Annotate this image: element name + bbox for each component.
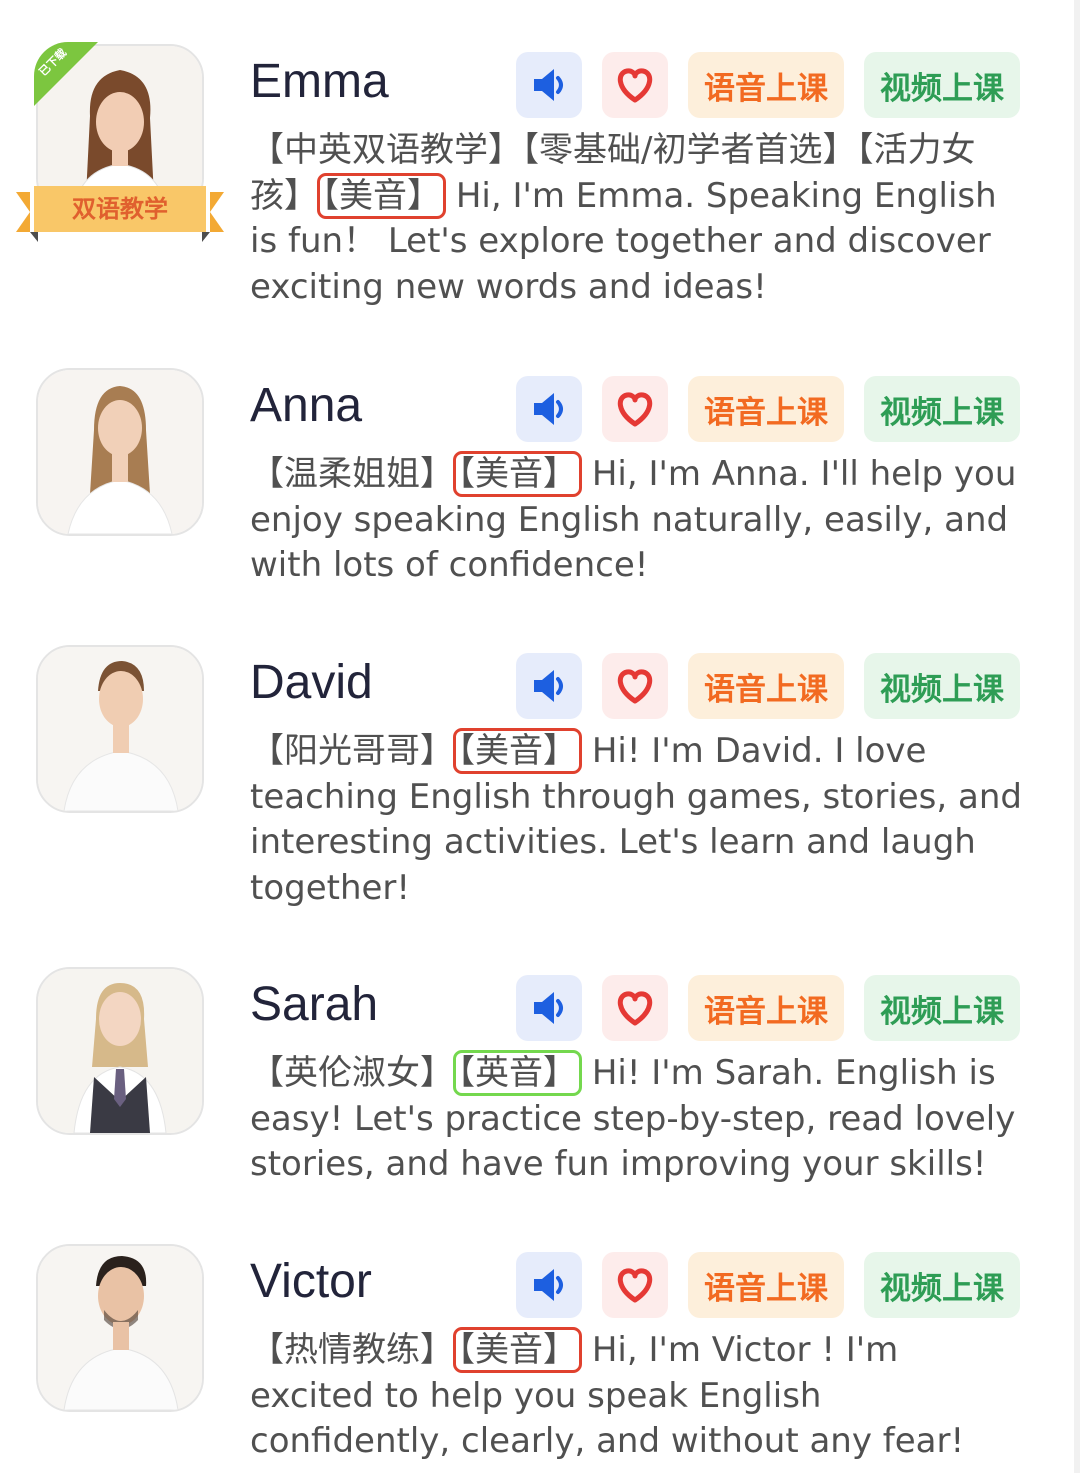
teacher-name: David	[250, 656, 373, 709]
teacher-name: Sarah	[250, 978, 379, 1031]
voice-class-button[interactable]: 语音上课	[688, 1252, 844, 1318]
teacher-description: 【英伦淑女】 【英音】 Hi! I'm Sarah. English is eas…	[250, 1050, 1025, 1188]
accent-tag: 【美音】	[453, 1327, 582, 1373]
speaker-icon	[534, 992, 563, 1024]
voice-class-button[interactable]: 语音上课	[688, 975, 844, 1041]
teacher-card-david[interactable]: David 语音上课 视频上课 【阳光哥哥】 【美音】 Hi! I'm David…	[0, 645, 1074, 925]
play-voice-button[interactable]	[516, 376, 582, 442]
voice-class-button[interactable]: 语音上课	[688, 376, 844, 442]
play-voice-button[interactable]	[516, 653, 582, 719]
teacher-avatar[interactable]	[36, 645, 204, 813]
teacher-name: Emma	[250, 55, 389, 108]
accent-tag: 【美音】	[317, 172, 446, 219]
heart-icon	[617, 68, 653, 103]
teacher-description: 【中英双语教学】【零基础/初学者首选】【活力女孩】 【美音】 Hi, I'm Em…	[250, 128, 1025, 310]
play-voice-button[interactable]	[516, 975, 582, 1041]
heart-icon	[617, 991, 653, 1026]
teacher-card-anna[interactable]: Anna 语音上课 视频上课 【温柔姐姐】 【美音】 Hi, I'm Anna. …	[0, 368, 1074, 598]
accent-tag: 【美音】	[453, 728, 582, 774]
favorite-button[interactable]	[602, 52, 668, 118]
voice-class-button[interactable]: 语音上课	[688, 653, 844, 719]
teacher-card-victor[interactable]: Victor 语音上课 视频上课 【热情教练】 【美音】 Hi, I'm Vict…	[0, 1244, 1074, 1473]
bilingual-ribbon: 双语教学	[16, 186, 224, 246]
teacher-avatar[interactable]	[36, 967, 204, 1135]
teacher-name: Victor	[250, 1255, 372, 1308]
teacher-avatar[interactable]	[36, 368, 204, 536]
favorite-button[interactable]	[602, 376, 668, 442]
avatar-photo-sarah	[36, 967, 204, 1135]
heart-icon	[617, 1268, 653, 1303]
heart-icon	[617, 392, 653, 427]
speaker-icon	[534, 69, 563, 101]
teacher-card-emma[interactable]: 已下载 双语教学 Emma 语音上课 视频上课 【中英双语教学】【零基础/初学者…	[0, 42, 1074, 324]
video-class-button[interactable]: 视频上课	[864, 1252, 1020, 1318]
favorite-button[interactable]	[602, 1252, 668, 1318]
teacher-avatar[interactable]: 已下载 双语教学	[16, 42, 224, 242]
favorite-button[interactable]	[602, 975, 668, 1041]
teacher-tags: 【英伦淑女】	[250, 1053, 454, 1093]
scrollbar-track[interactable]	[1074, 0, 1080, 1473]
teacher-name: Anna	[250, 379, 363, 432]
teacher-avatar[interactable]	[36, 1244, 204, 1412]
speaker-icon	[534, 670, 563, 702]
video-class-button[interactable]: 视频上课	[864, 376, 1020, 442]
teacher-tags: 【阳光哥哥】	[250, 731, 454, 771]
play-voice-button[interactable]	[516, 1252, 582, 1318]
downloaded-badge: 已下载	[34, 42, 130, 138]
video-class-button[interactable]: 视频上课	[864, 52, 1020, 118]
play-voice-button[interactable]	[516, 52, 582, 118]
speaker-icon	[534, 1269, 563, 1301]
heart-icon	[617, 669, 653, 704]
voice-class-button[interactable]: 语音上课	[688, 52, 844, 118]
avatar-photo-victor	[36, 1244, 204, 1412]
avatar-photo-david	[36, 645, 204, 813]
video-class-button[interactable]: 视频上课	[864, 653, 1020, 719]
speaker-icon	[534, 393, 563, 425]
teacher-tags: 【热情教练】	[250, 1330, 454, 1370]
teacher-description: 【热情教练】 【美音】 Hi, I'm Victor ! I'm excited …	[250, 1327, 1025, 1465]
favorite-button[interactable]	[602, 653, 668, 719]
teacher-description: 【温柔姐姐】 【美音】 Hi, I'm Anna. I'll help you e…	[250, 451, 1025, 589]
accent-tag: 【英音】	[453, 1050, 582, 1096]
teacher-card-sarah[interactable]: Sarah 语音上课 视频上课 【英伦淑女】 【英音】 Hi! I'm Sarah…	[0, 967, 1074, 1197]
video-class-button[interactable]: 视频上课	[864, 975, 1020, 1041]
teacher-tags: 【温柔姐姐】	[250, 454, 454, 494]
avatar-photo-anna	[36, 368, 204, 536]
accent-tag: 【美音】	[453, 451, 582, 497]
teacher-description: 【阳光哥哥】 【美音】 Hi! I'm David. I love teachin…	[250, 728, 1025, 911]
ribbon-label: 双语教学	[34, 186, 206, 232]
